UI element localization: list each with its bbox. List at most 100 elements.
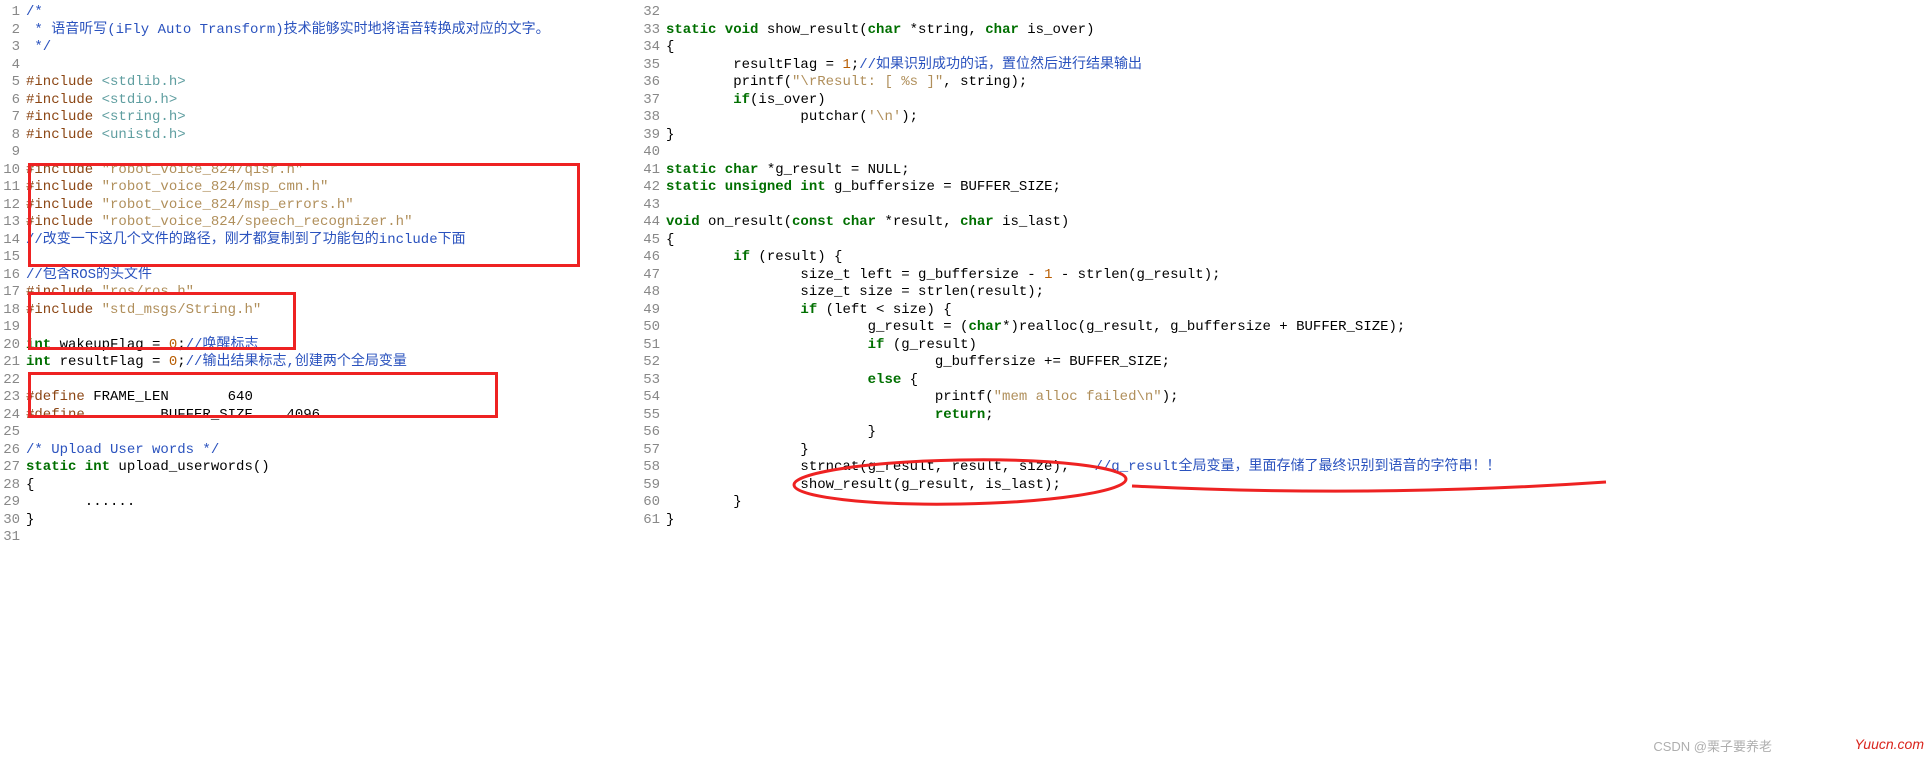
- code-line[interactable]: 5#include <stdlib.h>: [0, 74, 640, 92]
- code-line[interactable]: 59 show_result(g_result, is_last);: [640, 477, 1932, 495]
- code-line[interactable]: 53 else {: [640, 372, 1932, 390]
- code-line[interactable]: 36 printf("\rResult: [ %s ]", string);: [640, 74, 1932, 92]
- line-code[interactable]: }: [666, 127, 1932, 145]
- code-line[interactable]: 39}: [640, 127, 1932, 145]
- line-code[interactable]: //改变一下这几个文件的路径，刚才都复制到了功能包的include下面: [26, 232, 640, 250]
- line-code[interactable]: printf("mem alloc failed\n");: [666, 389, 1932, 407]
- line-code[interactable]: int wakeupFlag = 0;//唤醒标志: [26, 337, 640, 355]
- line-code[interactable]: {: [666, 232, 1932, 250]
- line-code[interactable]: */: [26, 39, 640, 57]
- code-line[interactable]: 23#define FRAME_LEN 640: [0, 389, 640, 407]
- line-code[interactable]: }: [26, 512, 640, 530]
- code-line[interactable]: 46 if (result) {: [640, 249, 1932, 267]
- line-code[interactable]: #include <unistd.h>: [26, 127, 640, 145]
- code-line[interactable]: 51 if (g_result): [640, 337, 1932, 355]
- line-code[interactable]: void on_result(const char *result, char …: [666, 214, 1932, 232]
- line-code[interactable]: size_t size = strlen(result);: [666, 284, 1932, 302]
- code-line[interactable]: 7#include <string.h>: [0, 109, 640, 127]
- line-code[interactable]: resultFlag = 1;//如果识别成功的话，置位然后进行结果输出: [666, 57, 1932, 75]
- code-line[interactable]: 17#include "ros/ros.h": [0, 284, 640, 302]
- code-line[interactable]: 56 }: [640, 424, 1932, 442]
- code-line[interactable]: 37 if(is_over): [640, 92, 1932, 110]
- code-line[interactable]: 35 resultFlag = 1;//如果识别成功的话，置位然后进行结果输出: [640, 57, 1932, 75]
- code-line[interactable]: 61}: [640, 512, 1932, 530]
- code-line[interactable]: 40: [640, 144, 1932, 162]
- line-code[interactable]: int resultFlag = 0;//输出结果标志,创建两个全局变量: [26, 354, 640, 372]
- code-line[interactable]: 3 */: [0, 39, 640, 57]
- line-code[interactable]: #include "robot_voice_824/qisr.h": [26, 162, 640, 180]
- code-line[interactable]: 15: [0, 249, 640, 267]
- line-code[interactable]: #define FRAME_LEN 640: [26, 389, 640, 407]
- line-code[interactable]: #include "std_msgs/String.h": [26, 302, 640, 320]
- code-line[interactable]: 6#include <stdio.h>: [0, 92, 640, 110]
- code-line[interactable]: 22: [0, 372, 640, 390]
- line-code[interactable]: * 语音听写(iFly Auto Transform)技术能够实时地将语音转换成…: [26, 22, 640, 40]
- code-pane-left[interactable]: 1/*2 * 语音听写(iFly Auto Transform)技术能够实时地将…: [0, 0, 640, 759]
- line-code[interactable]: #include <string.h>: [26, 109, 640, 127]
- line-code[interactable]: if (result) {: [666, 249, 1932, 267]
- code-line[interactable]: 29 ......: [0, 494, 640, 512]
- code-line[interactable]: 28{: [0, 477, 640, 495]
- line-code[interactable]: static char *g_result = NULL;: [666, 162, 1932, 180]
- line-code[interactable]: if(is_over): [666, 92, 1932, 110]
- code-line[interactable]: 30}: [0, 512, 640, 530]
- code-line[interactable]: 12#include "robot_voice_824/msp_errors.h…: [0, 197, 640, 215]
- code-line[interactable]: 18#include "std_msgs/String.h": [0, 302, 640, 320]
- code-line[interactable]: 42static unsigned int g_buffersize = BUF…: [640, 179, 1932, 197]
- line-code[interactable]: if (left < size) {: [666, 302, 1932, 320]
- line-code[interactable]: g_result = (char*)realloc(g_result, g_bu…: [666, 319, 1932, 337]
- line-code[interactable]: putchar('\n');: [666, 109, 1932, 127]
- code-line[interactable]: 58 strncat(g_result, result, size); //g_…: [640, 459, 1932, 477]
- line-code[interactable]: #include <stdio.h>: [26, 92, 640, 110]
- code-line[interactable]: 32: [640, 4, 1932, 22]
- code-line[interactable]: 20int wakeupFlag = 0;//唤醒标志: [0, 337, 640, 355]
- code-line[interactable]: 2 * 语音听写(iFly Auto Transform)技术能够实时地将语音转…: [0, 22, 640, 40]
- code-line[interactable]: 27static int upload_userwords(): [0, 459, 640, 477]
- line-code[interactable]: }: [666, 494, 1932, 512]
- code-line[interactable]: 31: [0, 529, 640, 547]
- line-code[interactable]: #include "robot_voice_824/speech_recogni…: [26, 214, 640, 232]
- code-line[interactable]: 21int resultFlag = 0;//输出结果标志,创建两个全局变量: [0, 354, 640, 372]
- code-line[interactable]: 44void on_result(const char *result, cha…: [640, 214, 1932, 232]
- code-line[interactable]: 57 }: [640, 442, 1932, 460]
- code-line[interactable]: 38 putchar('\n');: [640, 109, 1932, 127]
- code-line[interactable]: 24#define BUFFER_SIZE 4096: [0, 407, 640, 425]
- code-line[interactable]: 4: [0, 57, 640, 75]
- code-line[interactable]: 16//包含ROS的头文件: [0, 267, 640, 285]
- code-line[interactable]: 43: [640, 197, 1932, 215]
- code-pane-right[interactable]: 3233static void show_result(char *string…: [640, 0, 1932, 759]
- line-code[interactable]: if (g_result): [666, 337, 1932, 355]
- code-line[interactable]: 1/*: [0, 4, 640, 22]
- line-code[interactable]: }: [666, 424, 1932, 442]
- line-code[interactable]: }: [666, 512, 1932, 530]
- code-line[interactable]: 9: [0, 144, 640, 162]
- code-line[interactable]: 14//改变一下这几个文件的路径，刚才都复制到了功能包的include下面: [0, 232, 640, 250]
- code-line[interactable]: 8#include <unistd.h>: [0, 127, 640, 145]
- line-code[interactable]: #include "robot_voice_824/msp_errors.h": [26, 197, 640, 215]
- code-line[interactable]: 50 g_result = (char*)realloc(g_result, g…: [640, 319, 1932, 337]
- line-code[interactable]: else {: [666, 372, 1932, 390]
- line-code[interactable]: static int upload_userwords(): [26, 459, 640, 477]
- code-line[interactable]: 33static void show_result(char *string, …: [640, 22, 1932, 40]
- code-line[interactable]: 54 printf("mem alloc failed\n");: [640, 389, 1932, 407]
- code-line[interactable]: 10#include "robot_voice_824/qisr.h": [0, 162, 640, 180]
- line-code[interactable]: /*: [26, 4, 640, 22]
- code-line[interactable]: 45{: [640, 232, 1932, 250]
- code-line[interactable]: 41static char *g_result = NULL;: [640, 162, 1932, 180]
- line-code[interactable]: {: [666, 39, 1932, 57]
- line-code[interactable]: }: [666, 442, 1932, 460]
- line-code[interactable]: static void show_result(char *string, ch…: [666, 22, 1932, 40]
- line-code[interactable]: #define BUFFER_SIZE 4096: [26, 407, 640, 425]
- line-code[interactable]: size_t left = g_buffersize - 1 - strlen(…: [666, 267, 1932, 285]
- code-line[interactable]: 49 if (left < size) {: [640, 302, 1932, 320]
- line-code[interactable]: ......: [26, 494, 640, 512]
- line-code[interactable]: g_buffersize += BUFFER_SIZE;: [666, 354, 1932, 372]
- code-line[interactable]: 19: [0, 319, 640, 337]
- code-line[interactable]: 25: [0, 424, 640, 442]
- code-line[interactable]: 55 return;: [640, 407, 1932, 425]
- code-line[interactable]: 47 size_t left = g_buffersize - 1 - strl…: [640, 267, 1932, 285]
- line-code[interactable]: show_result(g_result, is_last);: [666, 477, 1932, 495]
- line-code[interactable]: #include "robot_voice_824/msp_cmn.h": [26, 179, 640, 197]
- code-line[interactable]: 60 }: [640, 494, 1932, 512]
- line-code[interactable]: #include <stdlib.h>: [26, 74, 640, 92]
